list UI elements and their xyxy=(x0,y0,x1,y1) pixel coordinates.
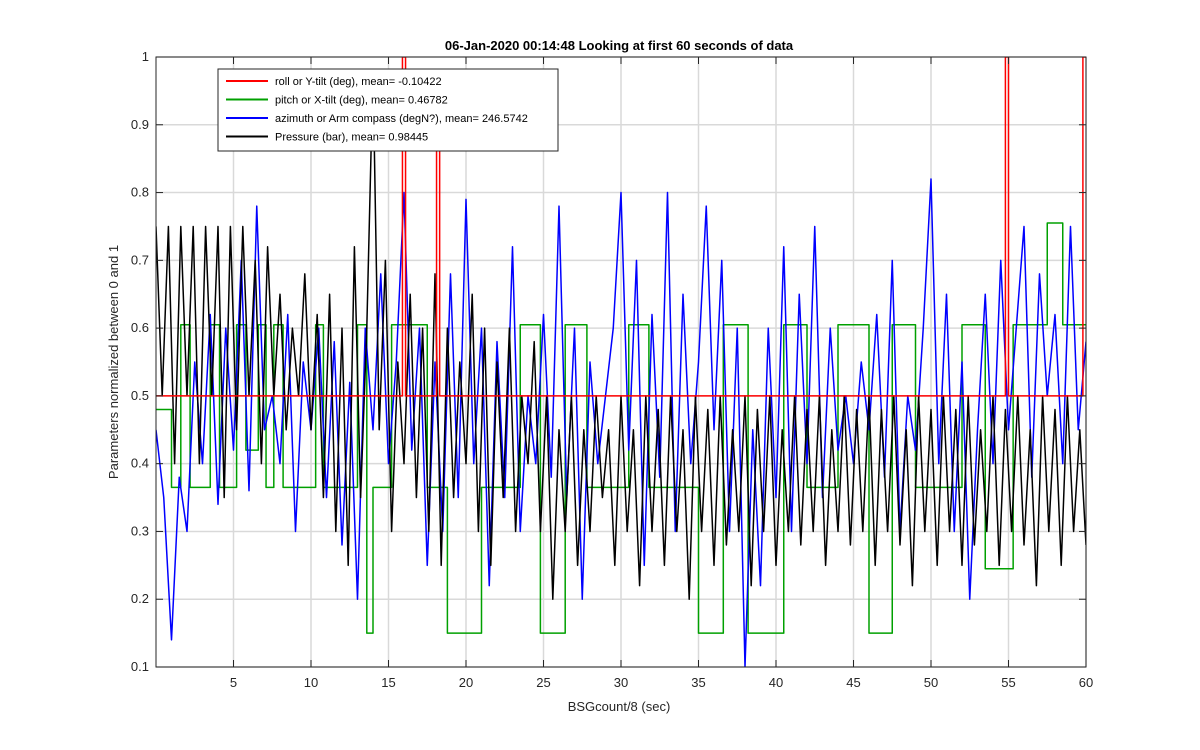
x-tick-label: 40 xyxy=(769,675,783,690)
y-tick-label: 0.9 xyxy=(131,117,149,132)
x-tick-label: 15 xyxy=(381,675,395,690)
x-tick-label: 60 xyxy=(1079,675,1093,690)
y-tick-label: 1 xyxy=(142,49,149,64)
x-tick-label: 30 xyxy=(614,675,628,690)
x-tick-label: 20 xyxy=(459,675,473,690)
y-tick-label: 0.1 xyxy=(131,659,149,674)
x-tick-label: 10 xyxy=(304,675,318,690)
legend-label-1: pitch or X-tilt (deg), mean= 0.46782 xyxy=(275,95,448,107)
legend-label-0: roll or Y-tilt (deg), mean= -0.10422 xyxy=(275,76,442,88)
legend-label-2: azimuth or Arm compass (degN?), mean= 24… xyxy=(275,113,528,125)
x-tick-label: 50 xyxy=(924,675,938,690)
y-tick-label: 0.5 xyxy=(131,388,149,403)
y-tick-label: 0.6 xyxy=(131,320,149,335)
x-tick-label: 35 xyxy=(691,675,705,690)
y-tick-label: 0.2 xyxy=(131,591,149,606)
figure: 06-Jan-2020 00:14:48 Looking at first 60… xyxy=(0,0,1200,750)
y-tick-label: 0.8 xyxy=(131,185,149,200)
y-tick-label: 0.3 xyxy=(131,523,149,538)
x-tick-label: 5 xyxy=(230,675,237,690)
y-tick-label: 0.4 xyxy=(131,456,149,471)
x-tick-label: 45 xyxy=(846,675,860,690)
legend: roll or Y-tilt (deg), mean= -0.10422 pitc… xyxy=(217,68,559,152)
x-tick-label: 55 xyxy=(1001,675,1015,690)
chart-svg: 06-Jan-2020 00:14:48 Looking at first 60… xyxy=(106,38,1093,714)
y-tick-label: 0.7 xyxy=(131,252,149,267)
x-tick-label: 25 xyxy=(536,675,550,690)
x-axis-label: BSGcount/8 (sec) xyxy=(568,699,671,714)
legend-label-3: Pressure (bar), mean= 0.98445 xyxy=(275,132,428,144)
chart-title: 06-Jan-2020 00:14:48 Looking at first 60… xyxy=(445,38,794,53)
y-axis-label: Parameters normalized between 0 and 1 xyxy=(106,245,121,479)
